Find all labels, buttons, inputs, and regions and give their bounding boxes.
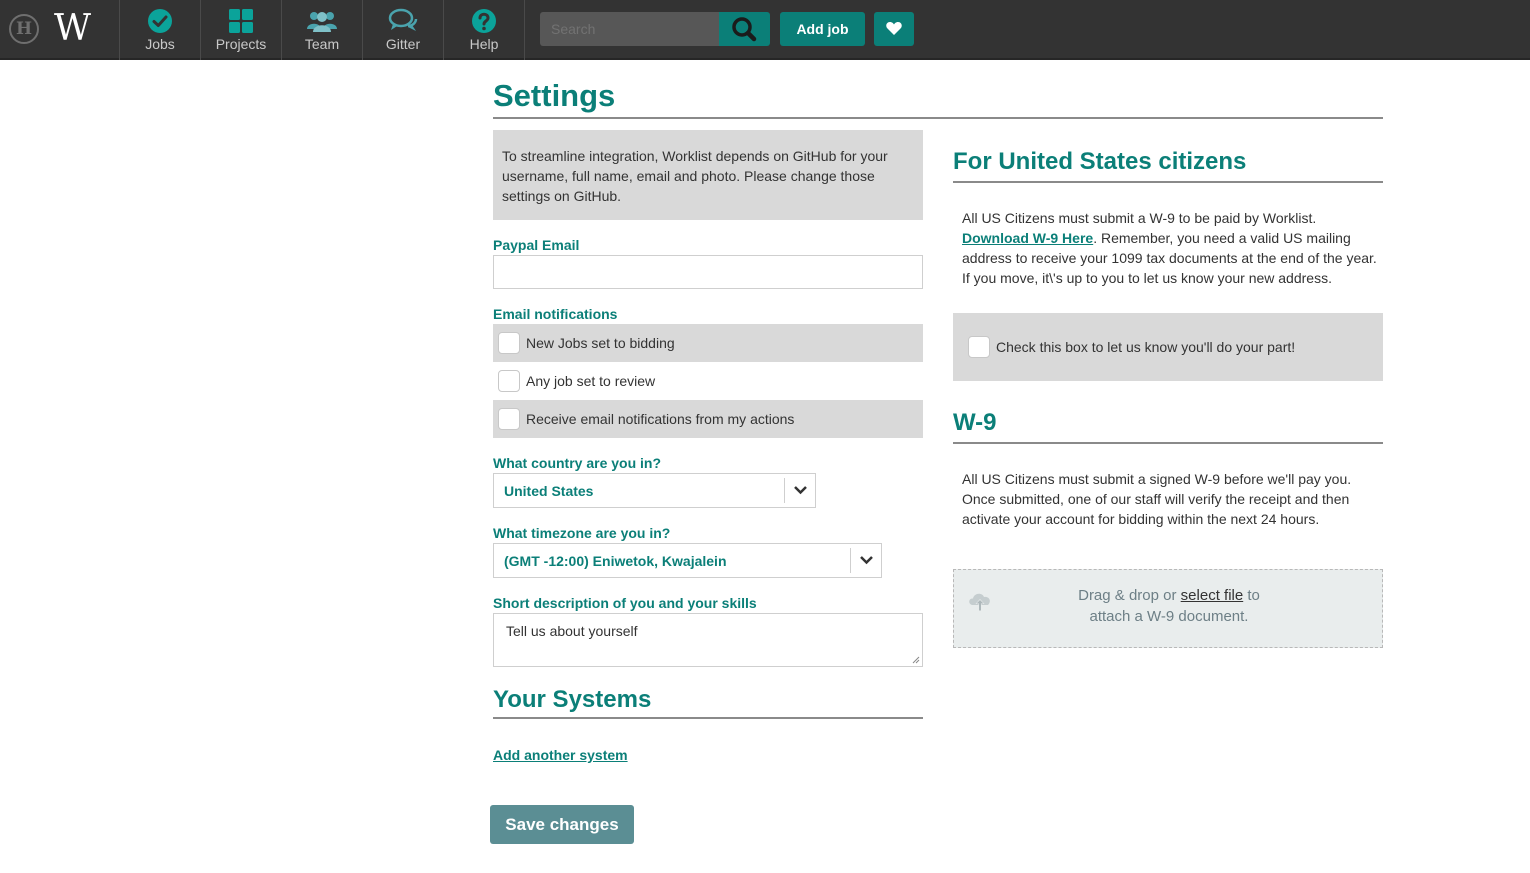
notification-checkbox[interactable] [498,370,520,392]
worklist-logo-icon[interactable]: W [54,6,104,52]
w9-text: All US Citizens must submit a signed W-9… [962,471,1352,527]
systems-divider [493,717,923,719]
email-notifications-label: Email notifications [493,306,618,322]
add-system-link[interactable]: Add another system [493,747,628,763]
github-info-box: To streamline integration, Worklist depe… [493,130,923,220]
drop-suffix: to [1247,587,1260,604]
timezone-value: (GMT -12:00) Eniwetok, Kwajalein [504,553,727,569]
nav-label-gitter: Gitter [385,36,421,52]
question-icon [472,9,496,33]
w9-dropzone[interactable]: Drag & drop or select file to attach a W… [953,569,1383,648]
skills-label: Short description of you and your skills [493,595,757,611]
paypal-email-input[interactable] [493,255,923,289]
us-citizens-divider [953,181,1383,183]
notification-label: New Jobs set to bidding [526,335,675,351]
page-title: Settings [493,78,616,113]
your-systems-title: Your Systems [493,686,652,713]
search-icon [732,17,757,42]
country-select[interactable]: United States [493,473,816,508]
notification-option-new-jobs: New Jobs set to bidding [493,324,923,362]
country-value: United States [504,483,594,499]
nav-item-gitter[interactable]: Gitter [362,0,443,60]
search-input[interactable] [540,12,720,46]
timezone-select[interactable]: (GMT -12:00) Eniwetok, Kwajalein [493,543,882,578]
drop-prefix: Drag & drop or [1078,587,1177,604]
us-citizens-title: For United States citizens [953,148,1247,175]
search-button[interactable] [719,12,770,46]
us-citizens-text: All US Citizens must submit a W-9 to be … [962,208,1377,288]
nav-label-projects: Projects [215,36,267,52]
resize-grip-icon[interactable] [912,656,920,664]
nav-label-help: Help [469,36,499,52]
agree-label: Check this box to let us know you'll do … [996,339,1296,355]
hifi-logo-icon[interactable]: H [9,14,39,44]
favorites-button[interactable] [874,12,914,46]
download-w9-link[interactable]: Download W-9 Here [962,230,1093,246]
notification-checkbox[interactable] [498,408,520,430]
notification-checkbox[interactable] [498,332,520,354]
dropzone-line1: Drag & drop or select file to [954,587,1384,604]
save-changes-button[interactable]: Save changes [490,805,634,844]
add-job-button[interactable]: Add job [780,12,865,46]
chevron-down-icon [784,478,815,503]
check-circle-icon [148,9,172,33]
w9-title: W-9 [953,409,997,436]
skills-text: Tell us about yourself [506,623,638,639]
notification-option-review: Any job set to review [493,362,923,400]
nav-label-jobs: Jobs [145,36,175,52]
country-label: What country are you in? [493,455,662,471]
dropzone-line2: attach a W-9 document. [1089,608,1249,625]
heart-icon [886,22,902,35]
skills-textarea[interactable]: Tell us about yourself [493,613,923,667]
nav-item-projects[interactable]: Projects [200,0,281,60]
users-icon [307,12,337,32]
chevron-down-icon [850,548,881,573]
nav-item-help[interactable]: Help [443,0,525,60]
select-file-link[interactable]: select file [1181,587,1244,604]
us-text-before: All US Citizens must submit a W-9 to be … [962,210,1317,226]
chat-icon [388,8,418,31]
nav-item-jobs[interactable]: Jobs [119,0,200,60]
agree-checkbox[interactable] [968,336,990,358]
notification-label: Receive email notifications from my acti… [526,411,795,427]
paypal-email-label: Paypal Email [493,237,580,253]
nav-label-team: Team [304,36,340,52]
nav-item-team[interactable]: Team [281,0,362,60]
timezone-label: What timezone are you in? [493,525,671,541]
notification-option-my-actions: Receive email notifications from my acti… [493,400,923,438]
title-divider [493,117,1383,119]
agree-box: Check this box to let us know you'll do … [953,313,1383,381]
top-navigation-bar: H W Jobs Projects Team Gitter Help Searc… [0,0,1530,60]
grid-icon [229,9,253,33]
notification-label: Any job set to review [526,373,656,389]
w9-divider [953,442,1383,444]
